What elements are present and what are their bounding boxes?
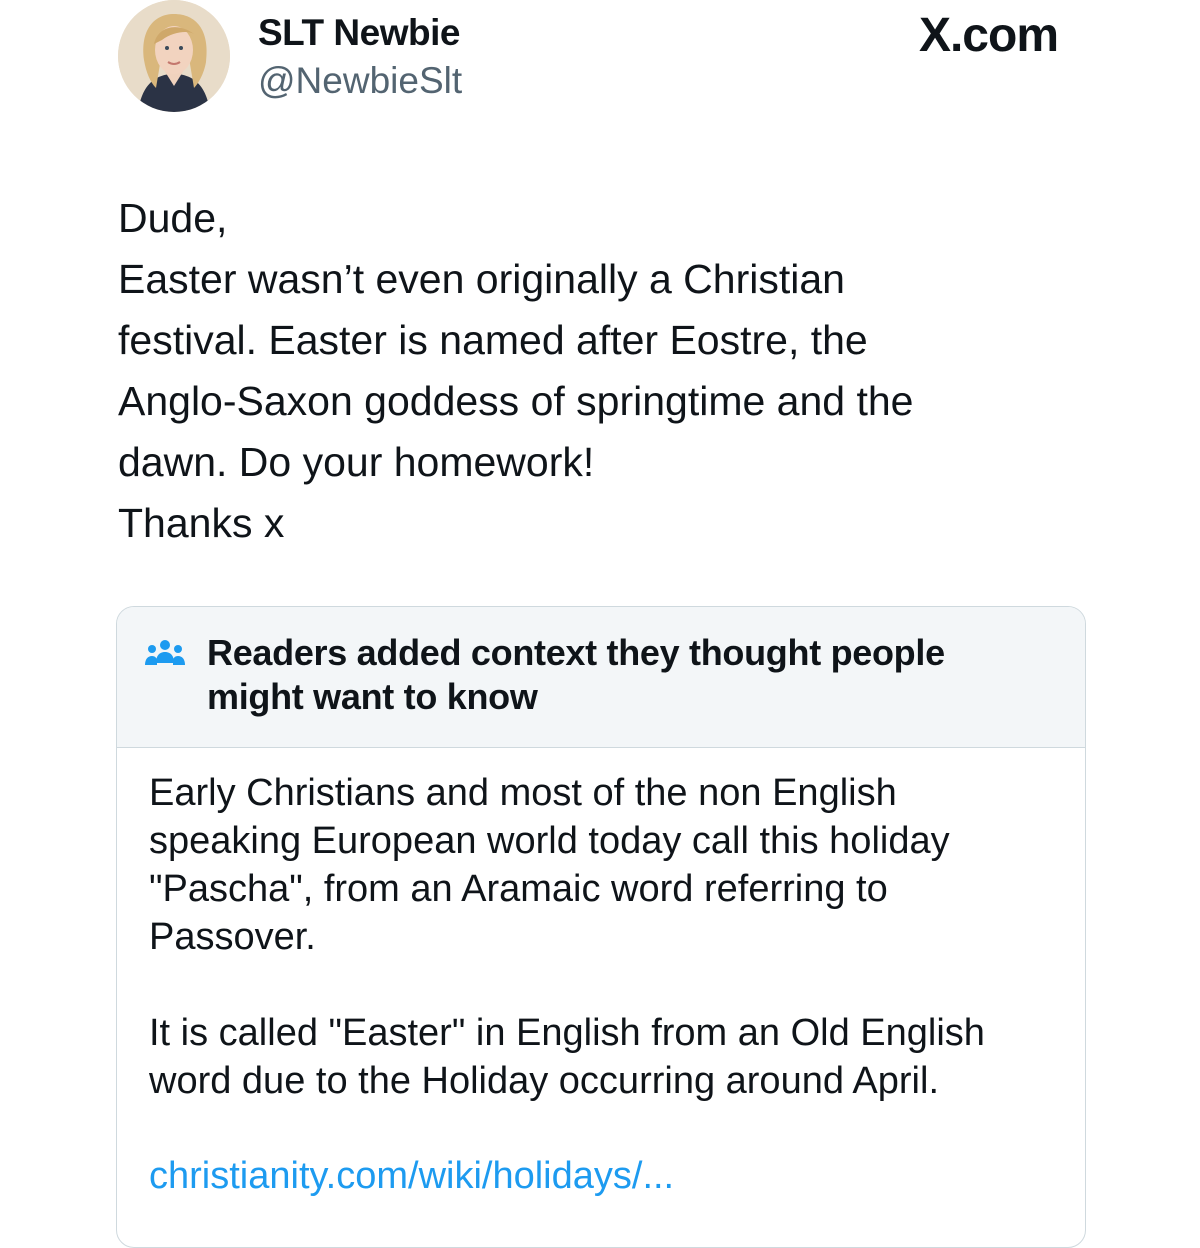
note-title-line: Readers added context they thought peopl… [207, 632, 945, 673]
community-note-header[interactable]: Readers added context they thought peopl… [117, 607, 1085, 748]
tweet-line: festival. Easter is named after Eostre, … [118, 317, 868, 363]
profile-photo-icon [118, 0, 230, 112]
community-note-title: Readers added context they thought peopl… [207, 631, 1047, 719]
community-note-source-link[interactable]: christianity.com/wiki/holidays/... [149, 1155, 674, 1198]
note-body-line: It is called "Easter" in English from an… [149, 1012, 985, 1054]
author-display-name[interactable]: SLT Newbie [258, 12, 460, 54]
note-title-line: might want to know [207, 676, 538, 717]
tweet-line: dawn. Do your homework! [118, 439, 595, 485]
author-handle[interactable]: @NewbieSlt [258, 60, 462, 102]
brand-label: X.com [918, 9, 1059, 62]
note-body-line: Early Christians and most of the non Eng… [149, 772, 897, 814]
tweet-text: Dude, Easter wasn’t even originally a Ch… [118, 188, 1078, 554]
tweet-line: Easter wasn’t even originally a Christia… [118, 256, 845, 302]
community-note-card: Readers added context they thought peopl… [116, 606, 1086, 1248]
author-avatar[interactable] [118, 0, 230, 112]
note-body-line: word due to the Holiday occurring around… [149, 1060, 940, 1102]
tweet-line: Anglo-Saxon goddess of springtime and th… [118, 378, 914, 424]
tweet-line: Dude, [118, 195, 228, 241]
tweet-line: Thanks x [118, 500, 285, 546]
people-group-icon [145, 640, 185, 665]
note-body-line: Passover. [149, 916, 316, 958]
note-body-line: "Pascha", from an Aramaic word referring… [149, 868, 888, 910]
note-body-line: speaking European world today call this … [149, 820, 950, 862]
community-note-body: Early Christians and most of the non Eng… [149, 769, 1069, 1105]
